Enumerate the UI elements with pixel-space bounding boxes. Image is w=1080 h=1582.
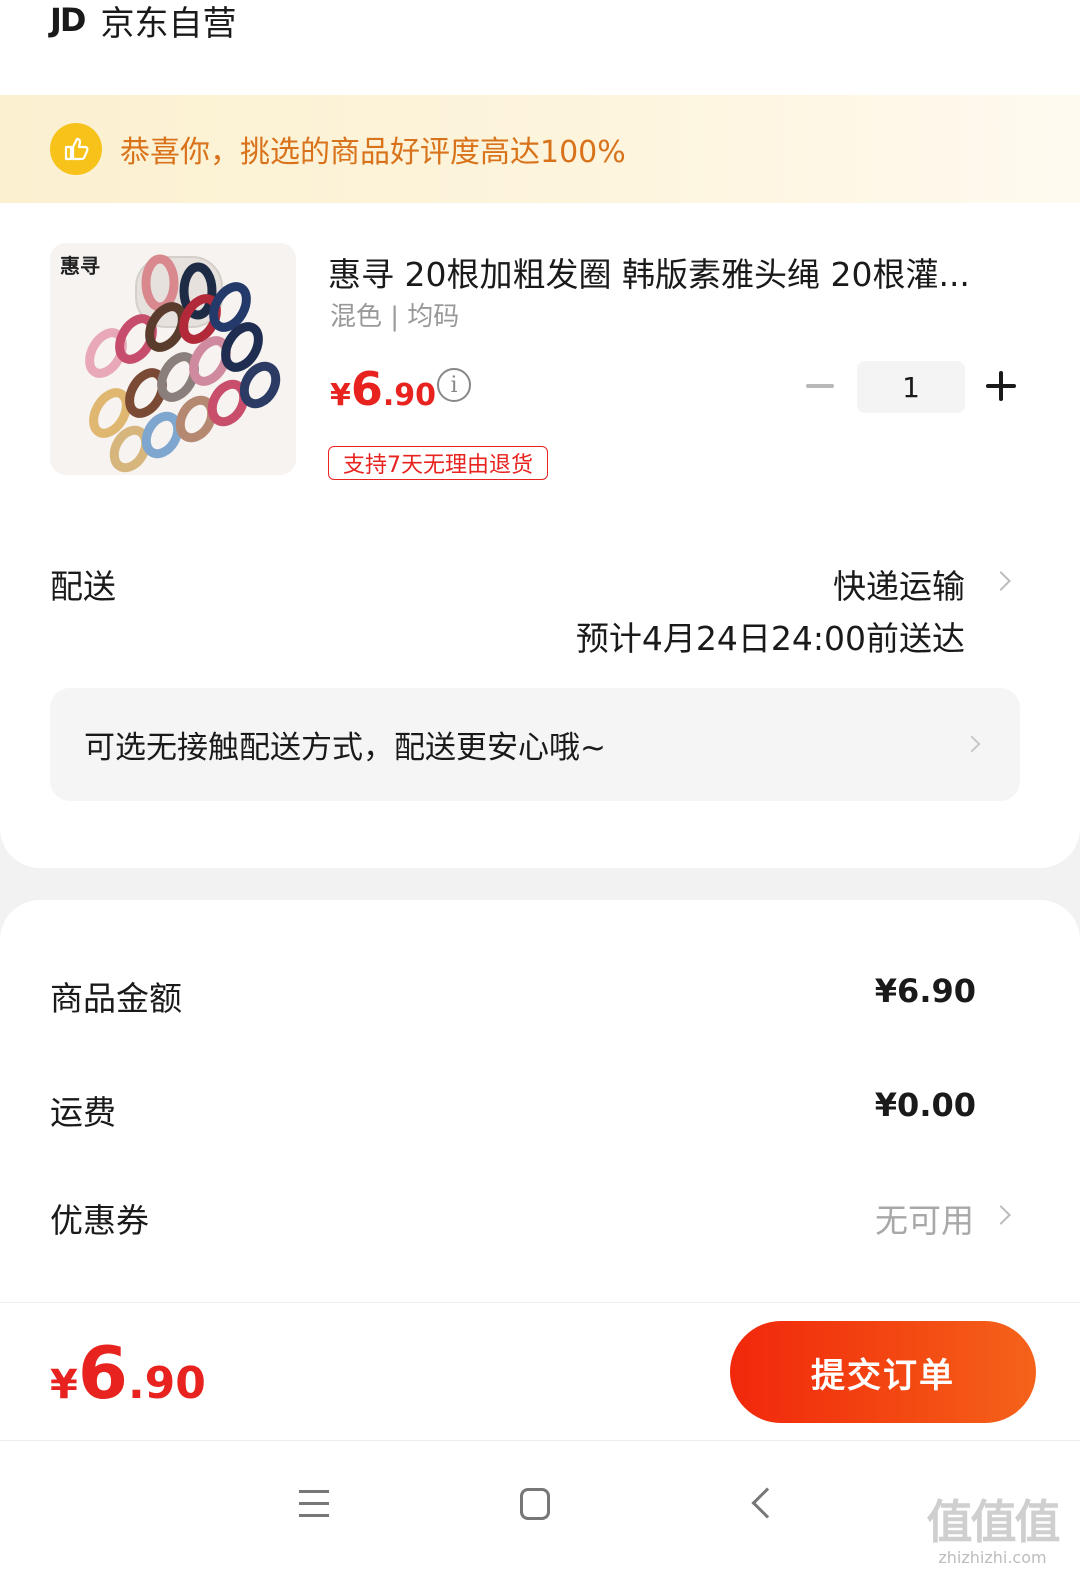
total-decimal: .90 xyxy=(127,1358,206,1409)
watermark-url: zhizhizhi.com xyxy=(938,1548,1047,1567)
return-policy-tag: 支持7天无理由退货 xyxy=(328,446,548,480)
price-integer: 6 xyxy=(350,362,383,416)
chevron-right-icon xyxy=(963,735,981,753)
product-title[interactable]: 惠寻 20根加粗发圈 韩版素雅头绳 20根灌... xyxy=(328,248,1018,296)
delivery-method[interactable]: 快递运输 xyxy=(833,560,965,608)
home-icon[interactable] xyxy=(520,1488,550,1520)
menu-icon[interactable] xyxy=(299,1490,329,1518)
product-spec[interactable]: 混色 | 均码 xyxy=(330,296,459,333)
delivery-eta: 预计4月24日24:00前送达 xyxy=(575,619,965,658)
order-top-card: JD 京东自营 恭喜你，挑选的商品好评度高达100% 惠寻 惠寻 20根加粗发圈… xyxy=(0,0,1080,868)
shipping-fee-label: 运费 xyxy=(50,1093,116,1132)
thumbs-up-icon xyxy=(50,123,102,175)
goods-amount-value: ¥6.90 xyxy=(874,972,976,1010)
total-integer: 6 xyxy=(77,1331,128,1415)
watermark: 值值值 zhizhizhi.com xyxy=(920,1486,1065,1567)
total-currency: ¥ xyxy=(50,1362,78,1408)
product-price: ¥6.90 xyxy=(330,362,436,416)
quantity-input[interactable]: 1 xyxy=(857,361,965,413)
checkout-bar: ¥6.90 提交订单 xyxy=(0,1302,1080,1440)
coupon-value[interactable]: 无可用 xyxy=(875,1194,974,1242)
shop-name: 京东自营 xyxy=(100,3,237,44)
system-nav-bar: 值值值 zhizhizhi.com xyxy=(0,1440,1080,1582)
price-decimal: .90 xyxy=(382,378,437,413)
jd-logo: JD xyxy=(50,1,86,39)
delivery-label: 配送 xyxy=(50,567,116,606)
price-info-icon[interactable]: i xyxy=(437,368,471,402)
rating-banner: 恭喜你，挑选的商品好评度高达100% xyxy=(0,95,1080,203)
coupon-label[interactable]: 优惠券 xyxy=(50,1194,149,1242)
quantity-decrease-button[interactable] xyxy=(806,384,834,388)
chevron-right-icon[interactable] xyxy=(991,1205,1011,1225)
total-price: ¥6.90 xyxy=(50,1331,206,1415)
chevron-right-icon[interactable] xyxy=(991,571,1011,591)
shipping-fee-value: ¥0.00 xyxy=(874,1086,976,1124)
goods-amount-label: 商品金额 xyxy=(50,979,182,1018)
price-currency: ¥ xyxy=(330,378,351,413)
price-summary-card: 商品金额 ¥6.90 运费 ¥0.00 优惠券 无可用 xyxy=(0,900,1080,1320)
back-icon[interactable] xyxy=(751,1487,783,1519)
contactless-delivery-text: 可选无接触配送方式，配送更安心哦~ xyxy=(84,730,606,766)
contactless-delivery-option[interactable]: 可选无接触配送方式，配送更安心哦~ xyxy=(50,688,1020,801)
product-image[interactable]: 惠寻 xyxy=(50,243,296,475)
rating-banner-text: 恭喜你，挑选的商品好评度高达100% xyxy=(120,135,626,170)
shop-header: JD 京东自营 xyxy=(50,0,236,44)
product-image-brand: 惠寻 xyxy=(60,254,100,278)
submit-order-button[interactable]: 提交订单 xyxy=(730,1321,1036,1423)
quantity-increase-button[interactable] xyxy=(986,371,1016,401)
watermark-logo: 值值值 xyxy=(926,1495,1061,1549)
